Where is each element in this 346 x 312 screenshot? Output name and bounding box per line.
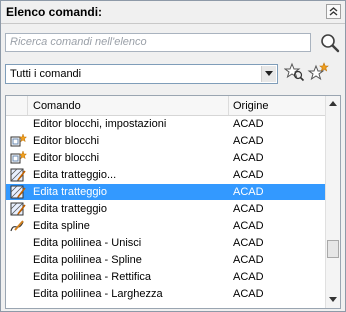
command-filter-dropdown[interactable]: Tutti i comandi (5, 64, 278, 84)
table-row[interactable]: Editor blocchi, impostazioni ACAD (6, 116, 326, 132)
origin-cell: ACAD (233, 118, 264, 130)
origin-cell: ACAD (233, 288, 264, 300)
scroll-down-arrow[interactable] (326, 292, 340, 306)
search-input[interactable]: Ricerca comandi nell'elenco (5, 33, 311, 52)
vertical-scrollbar[interactable] (325, 96, 340, 308)
origin-cell: ACAD (233, 254, 264, 266)
command-list: Comando Origine Editor blocchi, impostaz… (5, 95, 341, 309)
origin-cell: ACAD (233, 271, 264, 283)
command-filter-value: Tutti i comandi (10, 68, 82, 80)
column-separator[interactable] (27, 96, 28, 115)
chevron-down-icon (265, 71, 273, 76)
command-cell: Edita tratteggio... (33, 169, 117, 181)
collapse-button[interactable] (326, 4, 341, 19)
origin-cell: ACAD (233, 135, 264, 147)
table-row[interactable]: Edita polilinea - Larghezza ACAD (6, 286, 326, 302)
command-list-panel: Elenco comandi: Ricerca comandi nell'ele… (0, 0, 346, 312)
command-cell: Edita spline (33, 220, 90, 232)
command-cell: Editor blocchi, impostazioni (33, 118, 167, 130)
command-cell: Edita tratteggio (33, 186, 107, 198)
panel-titlebar: Elenco comandi: (1, 1, 345, 24)
table-row[interactable]: Edita polilinea - Unisci ACAD (6, 235, 326, 251)
block-editor-icon (9, 150, 28, 166)
edit-hatch-icon (9, 201, 27, 217)
scroll-thumb[interactable] (327, 240, 339, 258)
find-command-filter-button[interactable] (283, 62, 306, 84)
origin-cell: ACAD (233, 203, 264, 215)
origin-cell: ACAD (233, 169, 264, 181)
table-row[interactable]: Editor blocchi ACAD (6, 150, 326, 166)
table-row[interactable]: Edita spline ACAD (6, 218, 326, 234)
column-separator[interactable] (228, 96, 229, 115)
dropdown-button[interactable] (261, 66, 276, 82)
command-cell: Edita polilinea - Larghezza (33, 288, 163, 300)
command-cell: Edita polilinea - Rettifica (33, 271, 152, 283)
command-cell: Editor blocchi (33, 152, 100, 164)
origin-cell: ACAD (233, 220, 264, 232)
star-search-icon (283, 62, 305, 82)
table-row[interactable]: Edita tratteggio... ACAD (6, 167, 326, 183)
origin-cell: ACAD (233, 237, 264, 249)
new-star-icon (307, 62, 329, 81)
block-editor-icon (9, 133, 28, 149)
command-cell: Edita polilinea - Unisci (33, 237, 142, 249)
arrow-down-icon (329, 297, 337, 302)
search-icon[interactable] (319, 32, 341, 54)
new-command-button[interactable] (307, 62, 329, 84)
scroll-up-arrow[interactable] (326, 97, 340, 111)
command-cell: Editor blocchi (33, 135, 100, 147)
column-header-origin[interactable]: Origine (233, 100, 268, 112)
column-header-command[interactable]: Comando (33, 100, 81, 112)
edit-spline-icon (9, 218, 27, 234)
origin-cell: ACAD (233, 152, 264, 164)
table-row[interactable]: Edita tratteggio ACAD (6, 201, 326, 217)
command-cell: Edita polilinea - Spline (33, 254, 142, 266)
edit-hatch-icon (9, 184, 27, 200)
table-row[interactable]: Edita tratteggio ACAD (6, 184, 326, 200)
arrow-up-icon (329, 101, 337, 106)
table-row[interactable]: Editor blocchi ACAD (6, 133, 326, 149)
panel-title: Elenco comandi: (6, 5, 103, 19)
table-row[interactable]: Edita polilinea - Rettifica ACAD (6, 269, 326, 285)
command-rows: Editor blocchi, impostazioni ACAD Editor b… (6, 116, 326, 308)
origin-cell: ACAD (233, 186, 264, 198)
command-cell: Edita tratteggio (33, 203, 107, 215)
table-row[interactable]: Edita polilinea - Spline ACAD (6, 252, 326, 268)
edit-hatch-icon (9, 167, 27, 183)
list-header: Comando Origine (6, 96, 326, 116)
double-chevron-up-icon (329, 7, 338, 16)
